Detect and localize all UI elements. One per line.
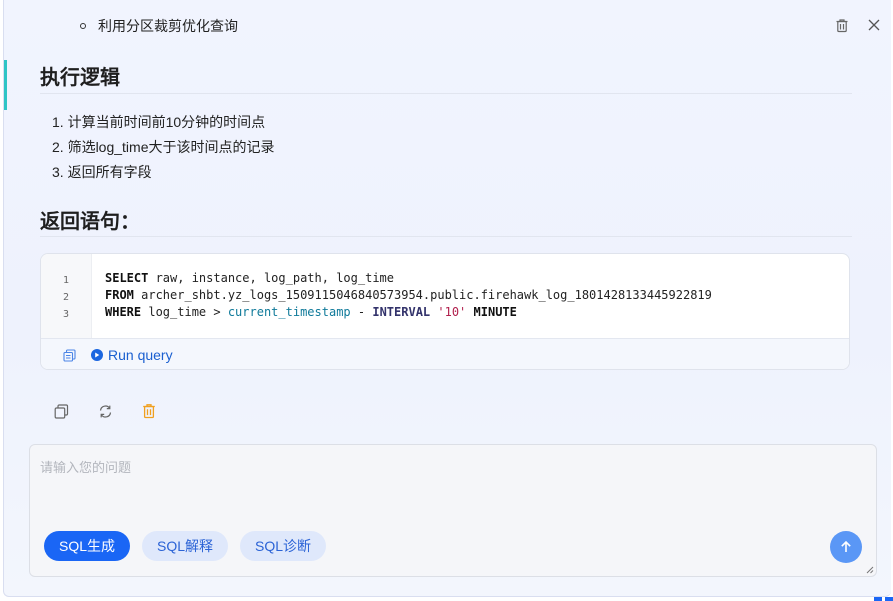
chat-panel: 利用分区裁剪优化查询 执行逻辑 1. 计算当前时间前10分钟的时间点 2. 筛选… (3, 0, 891, 597)
arrow-up-icon (841, 540, 851, 552)
code-line: FROM archer_shbt.yz_logs_150911504684057… (105, 288, 712, 302)
sql-text: raw, instance, log_path, log_time (148, 271, 394, 285)
trash-icon (836, 18, 848, 32)
code-line: SELECT raw, instance, log_path, log_time (105, 271, 394, 285)
edge-indicator-segment (885, 597, 893, 601)
sql-code-block: 1 2 3 SELECT raw, instance, log_path, lo… (40, 253, 850, 370)
return-section-divider (40, 236, 852, 237)
message-actions (52, 402, 158, 420)
code-block-footer: Run query (41, 338, 849, 369)
line-number: 2 (62, 292, 69, 303)
run-query-label: Run query (108, 347, 173, 363)
copy-icon (54, 403, 68, 419)
copy-icon (62, 348, 76, 362)
bullet-item-text: 利用分区裁剪优化查询 (98, 18, 238, 34)
sql-space (466, 305, 473, 319)
copy-message-button[interactable] (52, 402, 70, 420)
sql-keyword: INTERVAL (372, 305, 431, 319)
sql-function: current_timestamp (227, 305, 351, 319)
copy-code-button[interactable] (61, 347, 77, 363)
delete-message-button[interactable] (140, 402, 158, 420)
list-item: 3. 返回所有字段 (52, 164, 152, 180)
bullet-item: 利用分区裁剪优化查询 (80, 16, 238, 36)
resize-grip-icon[interactable] (866, 566, 874, 574)
regenerate-button[interactable] (96, 402, 114, 420)
return-section-title: 返回语句： (40, 211, 140, 233)
line-number-gutter: 1 2 3 (41, 254, 92, 338)
sql-operator: - (350, 305, 373, 319)
sql-text: log_time > (141, 305, 228, 319)
delete-conversation-button[interactable] (833, 16, 851, 34)
sql-string: '10' (437, 305, 467, 319)
list-item: 2. 筛选log_time大于该时间点的记录 (52, 139, 275, 155)
list-item: 1. 计算当前时间前10分钟的时间点 (52, 114, 266, 130)
bullet-circle-icon (80, 23, 86, 29)
line-number: 3 (62, 309, 69, 320)
chip-sql-generate[interactable]: SQL生成 (44, 531, 131, 561)
send-button[interactable] (830, 531, 862, 563)
sql-keyword: WHERE (105, 305, 142, 319)
logic-steps-list: 1. 计算当前时间前10分钟的时间点 2. 筛选log_time大于该时间点的记… (52, 110, 274, 185)
sql-keyword: SELECT (105, 271, 149, 285)
left-accent-bar (4, 60, 7, 110)
trash-icon (143, 404, 155, 419)
run-query-button[interactable]: Run query (91, 347, 173, 363)
sql-text: archer_shbt.yz_logs_1509115046840573954.… (133, 288, 712, 302)
play-icon (91, 349, 103, 361)
mode-chips: SQL生成 SQL解释 SQL诊断 (44, 531, 327, 561)
close-icon (868, 19, 880, 31)
chip-sql-explain[interactable]: SQL解释 (142, 531, 229, 561)
header-actions (833, 16, 883, 34)
sql-keyword: FROM (105, 288, 134, 302)
code-line: WHERE log_time > current_timestamp - INT… (105, 305, 517, 319)
chip-sql-diagnose[interactable]: SQL诊断 (240, 531, 327, 561)
line-number: 1 (62, 275, 69, 286)
refresh-icon (99, 404, 111, 418)
edge-indicator (863, 597, 893, 601)
logic-section-title: 执行逻辑 (40, 67, 120, 89)
logic-section-divider (40, 93, 852, 94)
question-input[interactable] (40, 457, 820, 517)
close-button[interactable] (865, 16, 883, 34)
edge-indicator-segment (874, 597, 882, 601)
sql-keyword: MINUTE (473, 305, 517, 319)
question-composer: SQL生成 SQL解释 SQL诊断 (29, 444, 877, 577)
